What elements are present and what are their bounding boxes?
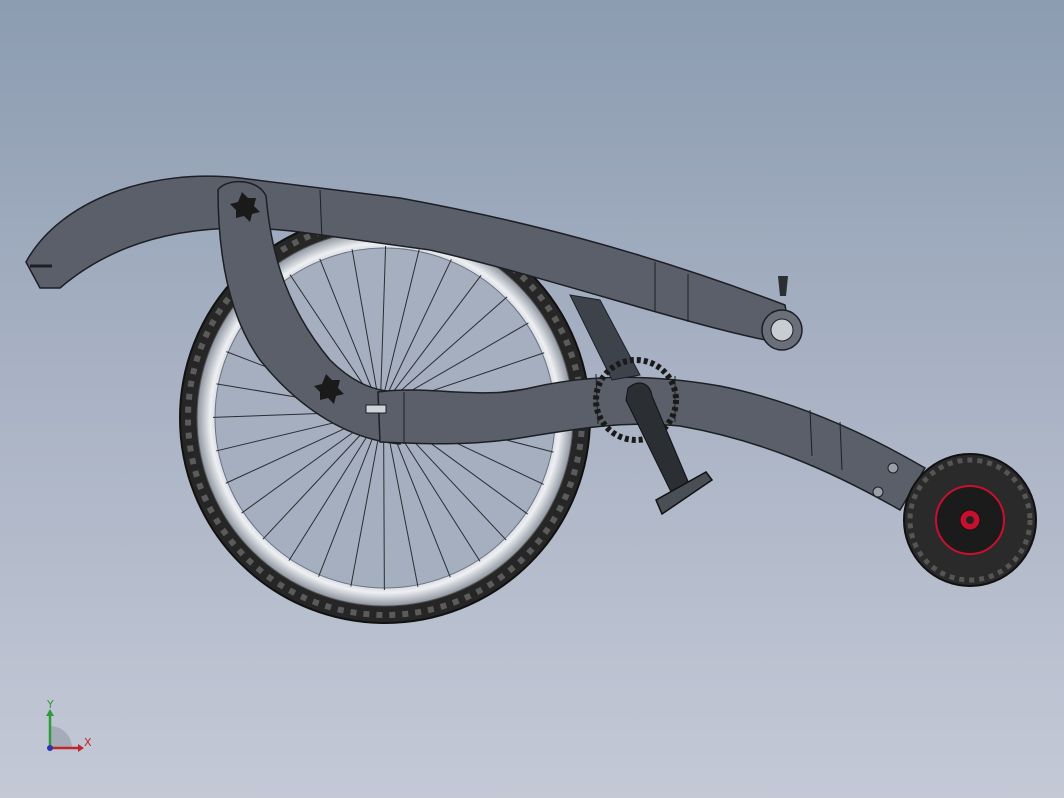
- cad-viewport[interactable]: X Y: [0, 0, 1064, 798]
- bicycle-assembly-model[interactable]: [0, 0, 1064, 798]
- y-axis-label: Y: [46, 698, 54, 711]
- triad-arc: [50, 726, 72, 748]
- x-axis-label: X: [84, 736, 92, 749]
- frame-bolt: [887, 462, 899, 474]
- axle-nut: [365, 404, 387, 414]
- upper-arm-bolt: [770, 318, 794, 342]
- caster-axle: [966, 516, 974, 524]
- coordinate-triad: X Y: [46, 698, 92, 752]
- seat-clamp: [778, 276, 788, 296]
- front-caster-wheel[interactable]: [903, 453, 1037, 587]
- frame-bolt: [872, 486, 884, 498]
- z-axis-dot: [47, 745, 53, 751]
